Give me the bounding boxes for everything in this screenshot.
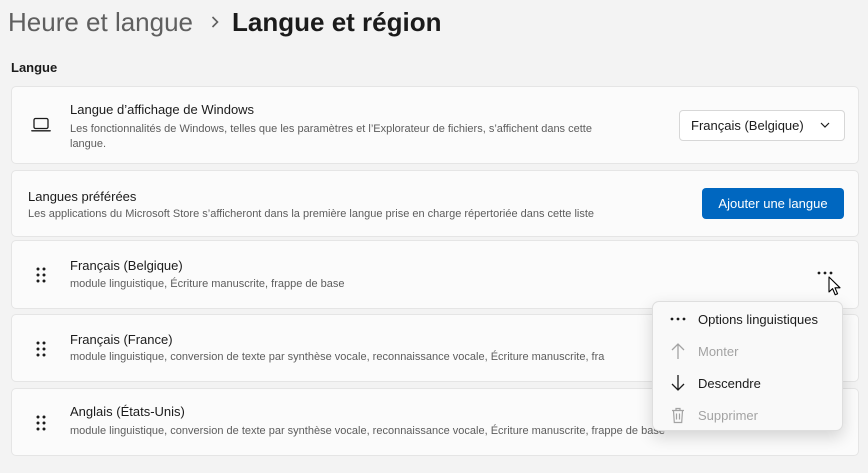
- display-language-dropdown[interactable]: Français (Belgique): [679, 110, 845, 141]
- preferred-languages-title: Langues préférées: [28, 189, 137, 204]
- laptop-icon: [31, 117, 51, 138]
- page-title: Langue et région: [232, 6, 442, 37]
- display-language-description-cont: langue.: [70, 138, 107, 150]
- more-icon: [666, 309, 690, 329]
- arrow-down-icon: [666, 373, 690, 393]
- menu-item-language-options[interactable]: Options linguistiques: [653, 304, 842, 334]
- language-features: module linguistique, conversion de texte…: [70, 425, 665, 437]
- display-language-card: Langue d’affichage de Windows Les foncti…: [11, 86, 859, 164]
- chevron-down-icon: [820, 122, 830, 128]
- mouse-cursor-icon: [828, 276, 842, 302]
- menu-item-move-up[interactable]: Monter: [653, 336, 842, 366]
- chevron-right-icon: [211, 16, 219, 28]
- menu-item-label: Descendre: [698, 375, 761, 391]
- language-context-menu: Options linguistiques Monter Descendre S…: [652, 301, 843, 431]
- menu-item-label: Monter: [698, 343, 739, 359]
- arrow-up-icon: [666, 341, 690, 361]
- breadcrumb: Heure et langue Langue et région: [8, 3, 442, 41]
- display-language-description: Les fonctionnalités de Windows, telles q…: [70, 123, 592, 135]
- language-name: Anglais (États-Unis): [70, 404, 185, 419]
- drag-handle-icon[interactable]: [35, 414, 47, 437]
- trash-icon: [666, 405, 690, 425]
- language-features: module linguistique, conversion de texte…: [70, 351, 605, 363]
- drag-handle-icon[interactable]: [35, 340, 47, 363]
- add-language-button[interactable]: Ajouter une langue: [702, 188, 844, 219]
- language-row[interactable]: Français (Belgique) module linguistique,…: [11, 240, 859, 309]
- more-icon: [817, 271, 833, 275]
- breadcrumb-parent[interactable]: Heure et langue: [8, 7, 193, 38]
- section-label: Langue: [11, 60, 58, 75]
- menu-item-label: Supprimer: [698, 407, 758, 423]
- drag-handle-icon[interactable]: [35, 266, 47, 289]
- preferred-languages-card: Langues préférées Les applications du Mi…: [11, 170, 859, 237]
- preferred-languages-description: Les applications du Microsoft Store s’af…: [28, 208, 595, 220]
- language-name: Français (France): [70, 332, 173, 347]
- language-name: Français (Belgique): [70, 258, 183, 273]
- menu-item-label: Options linguistiques: [698, 311, 818, 327]
- menu-item-remove[interactable]: Supprimer: [653, 400, 842, 430]
- language-features: module linguistique, Écriture manuscrite…: [70, 278, 345, 290]
- menu-item-move-down[interactable]: Descendre: [653, 368, 842, 398]
- display-language-title: Langue d’affichage de Windows: [70, 102, 255, 117]
- display-language-value: Français (Belgique): [691, 118, 804, 133]
